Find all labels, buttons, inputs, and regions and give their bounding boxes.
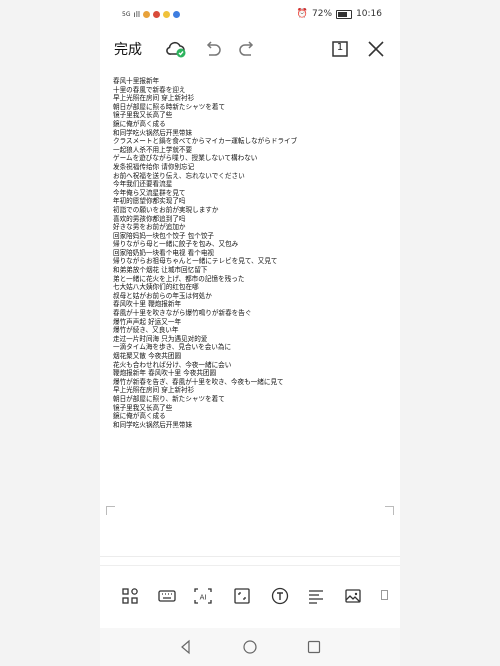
text-line: 喜欢的男孩你都追到了吗 [113,214,186,223]
text-line: 一滴タイム海を歩き、見合いを会い為に [113,343,232,352]
undo-icon[interactable] [200,37,224,61]
text-line: 花火も合わせれば分け、今夜一緒に会い [113,360,232,369]
grid-icon[interactable] [120,586,140,606]
battery-icon [336,9,353,19]
status-left: 5G ıll [122,10,181,19]
document-body[interactable]: 春风十里报新年 十里の春風で新春を迎え 早上光照在房间 穿上新衬衫 朝日が部屋に照る時… [113,77,393,429]
text-line: 帰りながらお祖母ちゃんと一緒にテレビを見て、又見て [113,257,278,266]
editor-toolbar: 完成 1 [100,30,400,70]
text-line: 年初的愿望你都实现了吗 [113,197,186,206]
text-line: 弟と一緒に花火を上げ、都市の記憶を残った [113,274,245,283]
page-corner [106,506,115,515]
text-line: 烟花聚又散 今夜共团圆 [113,352,182,360]
text-line: 和弟弟放个烟花 让城市回忆留下 [113,266,208,275]
text-line: 帰りながら母と一緒に餃子を包み、又包み [113,240,239,249]
text-line: 爆竹声声起 好运又一年 [113,317,182,326]
align-icon[interactable] [306,586,326,606]
more-icon[interactable] [381,590,388,600]
cloud-sync-icon[interactable] [164,37,188,61]
text-line: お前へ祝福を送り伝え、忘れないでください [113,171,245,180]
text-style-icon[interactable] [270,586,290,606]
crop-icon[interactable] [232,586,252,606]
format-toolbar: AI [100,565,400,626]
text-line: 好きな男をお前が追加か [113,223,186,232]
notification-icon [143,11,151,18]
text-line: 镜子里我又长高了些 [113,111,173,120]
svg-text:AI: AI [200,594,207,602]
network-label: 5G [122,10,131,18]
text-line: 春风吹十里 鞭炮报新年 [113,300,182,309]
page-count-label: 1 [336,42,344,53]
image-icon[interactable] [343,586,363,606]
done-button[interactable]: 完成 [114,39,142,59]
notification-icon [173,11,181,18]
text-line: 鏡に俺が高く成る [113,412,166,421]
text-line: 鞭炮报新年 春风吹十里 今夜共团圆 [113,369,217,378]
status-bar: 5G ıll ⏰ 72% 10:16 [100,0,400,30]
recent-apps-icon[interactable] [306,639,322,655]
divider [100,556,400,557]
notification-icon [163,11,171,18]
system-nav-bar [100,628,400,666]
text-line: 发条祝福传给你 请你别忘记 [113,162,195,171]
back-icon[interactable] [178,639,194,655]
keyboard-icon[interactable] [157,586,177,606]
text-line: ゲームを遊びながら喋り、授業しないて構わない [113,154,258,163]
text-line: 春风十里报新年 [113,77,160,85]
clock: 10:16 [356,9,382,19]
redo-icon[interactable] [236,37,260,61]
phone-screen: 5G ıll ⏰ 72% 10:16 完成 1 春风十里报新年 十里の春風で新春… [100,0,400,666]
status-right: ⏰ 72% 10:16 [297,9,382,19]
text-line: 和同学吃火锅然后开黑带妹 [113,420,193,429]
home-icon[interactable] [242,639,258,655]
close-icon[interactable] [364,37,388,61]
ai-icon[interactable]: AI [193,586,213,606]
alarm-icon: ⏰ [296,9,309,19]
text-line: 朝日が部屋に照り、新たシャツを着て [113,394,225,403]
signal-icon: ıll [133,10,141,19]
text-line: 早上光照在房间 穿上新衬衫 [113,94,195,103]
text-line: 春風が十里を吹きながら爆竹鳴りが新春を告ぐ [113,309,252,318]
text-line: 今年我们还要看流星 [113,180,173,189]
text-line: クラスメートと鍋を食べてからマイカー運転しながらドライブ [113,137,298,146]
text-line: 镜子里我又长高了些 [113,403,173,412]
text-line: 十里の春風で新春を迎え [113,85,186,94]
text-line: 回家陪妈妈一块包个饺子 包个饺子 [113,231,215,240]
text-line: 七大姑八大姨你们的红包在哪 [113,283,199,292]
text-line: 初詣での願いをお前が実現しますか [113,205,219,214]
text-line: 鏡に俺が高く成る [113,119,166,128]
text-line: 早上光照在房间 穿上新衬衫 [113,386,195,395]
page-corner [385,506,394,515]
page-count-icon[interactable]: 1 [328,37,352,61]
text-line: 爆竹が続き、又良い年 [113,326,179,335]
battery-percent: 72% [312,9,333,19]
text-line: 和同学吃火锅然后开黑带妹 [113,128,193,137]
notification-icon [153,11,161,18]
